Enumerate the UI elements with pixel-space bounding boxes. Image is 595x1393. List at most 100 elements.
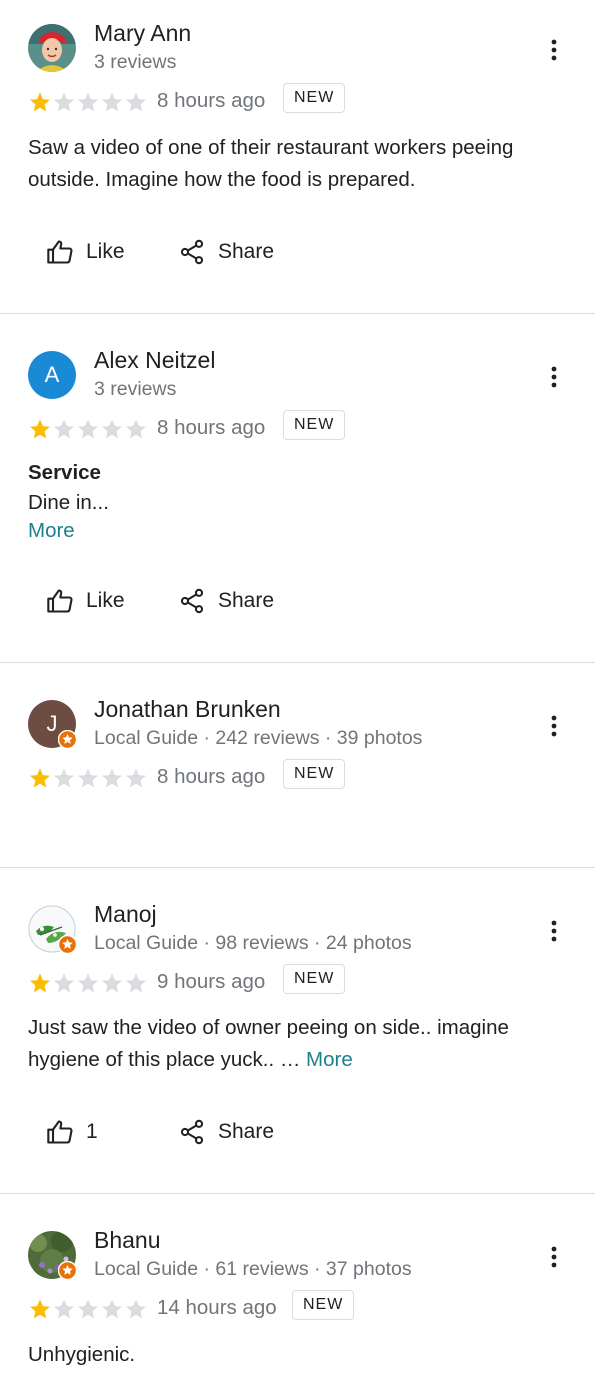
star-icon [126, 92, 146, 112]
share-icon [180, 588, 204, 614]
star-icon [126, 973, 146, 993]
thumb-up-icon [47, 1120, 73, 1144]
reviewer-meta: 3 reviews [94, 378, 177, 400]
more-link[interactable]: More [306, 1048, 353, 1071]
review-card: J Jonathan Brunken Local Guide · 242 rev… [0, 676, 595, 867]
share-button[interactable]: Share [178, 1118, 274, 1146]
star-rating [28, 766, 148, 790]
review-time: 8 hours ago [157, 89, 266, 112]
review-card: Manoj Local Guide · 98 reviews · 24 phot… [0, 881, 595, 1193]
like-label: Like [86, 589, 125, 612]
star-icon [54, 973, 74, 993]
star-icon [102, 1299, 122, 1319]
reviewer-meta: Local Guide · 61 reviews · 37 photos [94, 1258, 412, 1280]
star-rating [28, 90, 148, 114]
divider [0, 1193, 595, 1194]
star-icon [126, 1299, 146, 1319]
review-card: Mary Ann 3 reviews 8 hours ago NEW Saw a… [0, 0, 595, 313]
new-badge: NEW [283, 964, 346, 994]
more-vert-icon[interactable] [544, 919, 564, 943]
star-icon [30, 1299, 50, 1319]
divider [0, 662, 595, 663]
review-text-line-with-more: hygiene of this place yuck.. … More [28, 1044, 568, 1076]
star-icon [54, 1299, 74, 1319]
star-rating [28, 971, 148, 995]
star-icon [78, 92, 98, 112]
local-guide-badge-icon [58, 730, 77, 749]
star-icon [78, 1299, 98, 1319]
star-icon [126, 768, 146, 788]
reviewer-meta: Local Guide · 242 reviews · 39 photos [94, 727, 423, 749]
like-button[interactable]: Like [46, 587, 125, 615]
more-vert-icon[interactable] [544, 365, 564, 389]
star-icon [102, 973, 122, 993]
new-badge: NEW [283, 410, 346, 440]
star-icon [102, 419, 122, 439]
star-icon [78, 768, 98, 788]
share-button[interactable]: Share [178, 587, 274, 615]
star-icon [78, 973, 98, 993]
star-icon [102, 768, 122, 788]
reviewer-name[interactable]: Mary Ann [94, 20, 191, 47]
local-guide-badge-icon [58, 1261, 77, 1280]
star-rating [28, 1297, 148, 1321]
reviewer-name[interactable]: Jonathan Brunken [94, 696, 281, 723]
thumb-up-icon [47, 589, 73, 613]
divider [0, 313, 595, 314]
more-vert-icon[interactable] [544, 1245, 564, 1269]
star-icon [54, 419, 74, 439]
review-text: Saw a video of one of their restaurant w… [28, 136, 514, 191]
share-icon [180, 1119, 204, 1145]
share-label: Share [218, 240, 275, 263]
more-link[interactable]: More [28, 515, 75, 547]
like-count: 1 [86, 1120, 98, 1143]
review-text: Dine in... [28, 491, 109, 514]
review-text: Unhygienic. [28, 1343, 136, 1366]
review-time: 14 hours ago [157, 1296, 277, 1319]
avatar[interactable] [28, 1231, 77, 1280]
new-badge: NEW [283, 83, 346, 113]
reviewer-meta: Local Guide · 98 reviews · 24 photos [94, 932, 412, 954]
review-text-line: Just saw the video of owner peeing on si… [28, 1016, 509, 1039]
share-label: Share [218, 1120, 275, 1143]
star-icon [30, 768, 50, 788]
share-button[interactable]: Share [178, 238, 274, 266]
more-vert-icon[interactable] [544, 38, 564, 62]
reviewer-name[interactable]: Bhanu [94, 1227, 161, 1254]
new-badge: NEW [283, 759, 346, 789]
review-text-line: hygiene of this place yuck.. … [28, 1048, 301, 1071]
star-icon [126, 419, 146, 439]
like-label: Like [86, 240, 125, 263]
like-button[interactable]: 1 [46, 1118, 98, 1146]
new-badge: NEW [292, 1290, 355, 1320]
reviewer-name[interactable]: Manoj [94, 901, 157, 928]
review-time: 8 hours ago [157, 416, 266, 439]
avatar[interactable] [28, 905, 77, 954]
share-icon [180, 239, 204, 265]
review-heading: Service [28, 461, 101, 484]
avatar-letter: A [28, 351, 76, 399]
star-icon [30, 92, 50, 112]
star-icon [30, 973, 50, 993]
star-rating [28, 417, 148, 441]
more-vert-icon[interactable] [544, 714, 564, 738]
star-icon [102, 92, 122, 112]
reviewer-name[interactable]: Alex Neitzel [94, 347, 215, 374]
avatar[interactable]: J [28, 700, 77, 749]
local-guide-badge-icon [58, 935, 77, 954]
star-icon [54, 92, 74, 112]
star-icon [54, 768, 74, 788]
thumb-up-icon [47, 240, 73, 264]
star-icon [30, 419, 50, 439]
share-label: Share [218, 589, 275, 612]
reviewer-meta: 3 reviews [94, 51, 177, 73]
like-button[interactable]: Like [46, 238, 125, 266]
avatar-photo [28, 24, 76, 72]
avatar[interactable] [28, 24, 76, 72]
star-icon [78, 419, 98, 439]
review-card: A Alex Neitzel 3 reviews 8 hours ago NEW… [0, 327, 595, 662]
avatar[interactable]: A [28, 351, 76, 399]
divider [0, 867, 595, 868]
review-card: Bhanu Local Guide · 61 reviews · 37 phot… [0, 1207, 595, 1393]
review-time: 9 hours ago [157, 970, 266, 993]
